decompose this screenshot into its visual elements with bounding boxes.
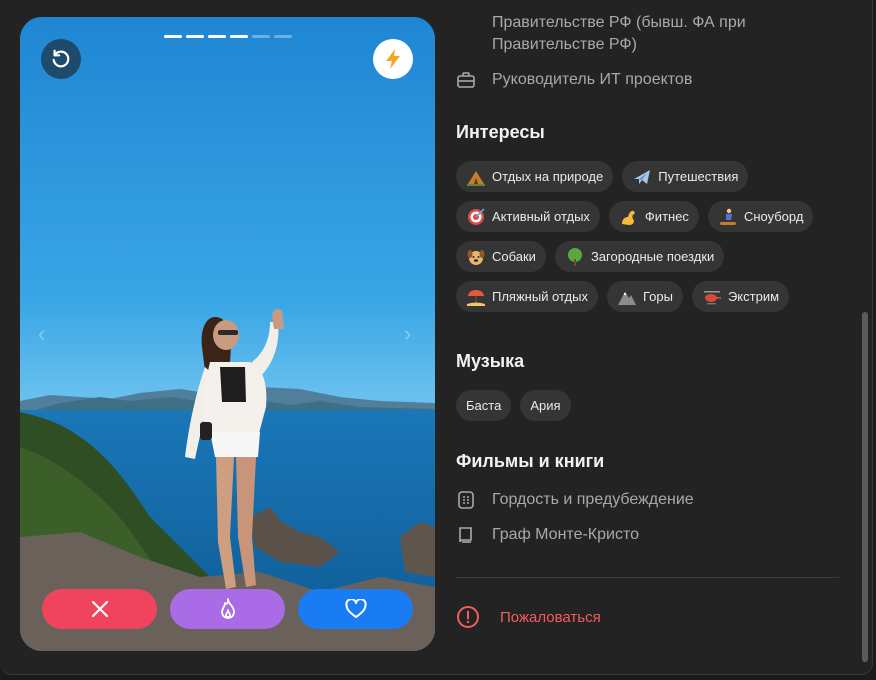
- interest-chip[interactable]: Загородные поездки: [554, 241, 725, 272]
- airplane-icon: [632, 167, 652, 187]
- interest-chip[interactable]: Фитнес: [608, 201, 699, 232]
- music-chip[interactable]: Баста: [456, 390, 512, 421]
- music-list: Баста Ария: [456, 390, 846, 421]
- action-buttons: [42, 589, 413, 629]
- interest-chip[interactable]: Отдых на природе: [456, 161, 614, 192]
- photo-progress-segment[interactable]: [230, 35, 248, 38]
- interest-chip[interactable]: Сноуборд: [707, 201, 814, 232]
- interest-chip-label: Путешествия: [658, 169, 739, 184]
- interest-chip-label: Сноуборд: [743, 209, 804, 224]
- interests-list: Отдых на природе Путешествия Активный отды…: [456, 161, 846, 312]
- interest-chip-label: Горы: [642, 289, 673, 304]
- warning-icon: [457, 606, 479, 628]
- book-item: Граф Монте-Кристо: [492, 524, 639, 546]
- film-icon: [458, 491, 474, 509]
- interests-title: Интересы: [456, 122, 545, 142]
- mountain-icon: [617, 287, 637, 307]
- profile-photo: [20, 17, 435, 651]
- interest-chip[interactable]: Активный отдых: [456, 201, 600, 232]
- education-text: Правительстве РФ (бывш. ФА при Правитель…: [492, 12, 746, 56]
- profile-panel: ‹ › Правительстве РФ (бывш. ФА при Прави…: [0, 0, 873, 675]
- book-item-label: Граф Монте-Кристо: [492, 526, 639, 543]
- movie-item: Гордость и предубеждение: [492, 489, 694, 511]
- job-row: Руководитель ИТ проектов: [492, 69, 692, 91]
- dog-icon: [466, 247, 486, 267]
- interest-chip-label: Экстрим: [727, 289, 780, 304]
- beach-icon: [466, 287, 486, 307]
- prev-photo-arrow-icon[interactable]: ‹: [38, 321, 45, 347]
- job-text: Руководитель ИТ проектов: [492, 71, 693, 88]
- flame-icon: [220, 598, 235, 619]
- interest-chip-label: Пляжный отдых: [492, 289, 588, 304]
- interest-chip[interactable]: Собаки: [456, 241, 546, 272]
- photo-progress-segment[interactable]: [164, 35, 182, 38]
- superlike-button[interactable]: [170, 589, 285, 629]
- music-chip[interactable]: Ария: [520, 390, 571, 421]
- close-icon: [91, 600, 108, 618]
- flexed-biceps-icon: [619, 207, 639, 227]
- interest-chip-label: Отдых на природе: [492, 169, 604, 184]
- next-photo-arrow-icon[interactable]: ›: [404, 321, 411, 347]
- undo-icon: [52, 49, 70, 68]
- scrollbar-thumb[interactable]: [862, 312, 868, 662]
- movie-item-label: Гордость и предубеждение: [492, 491, 694, 508]
- interest-chip[interactable]: Горы: [606, 281, 683, 312]
- photo-progress-segment[interactable]: [252, 35, 270, 38]
- education-line-1: Правительстве РФ (бывш. ФА при: [492, 14, 746, 31]
- education-row: Правительстве РФ (бывш. ФА при Правитель…: [492, 12, 746, 56]
- report-label: Пожаловаться: [500, 608, 601, 626]
- photo-progress: [164, 35, 292, 38]
- camp-icon: [466, 167, 486, 187]
- photo-progress-segment[interactable]: [186, 35, 204, 38]
- music-title: Музыка: [456, 351, 525, 371]
- interest-chip[interactable]: Экстрим: [691, 281, 790, 312]
- undo-button[interactable]: [41, 39, 81, 79]
- lightning-icon: [386, 49, 400, 69]
- photo-progress-segment[interactable]: [274, 35, 292, 38]
- divider: [456, 577, 839, 578]
- snowboarder-icon: [718, 207, 738, 227]
- like-button[interactable]: [298, 589, 413, 629]
- report-button[interactable]: Пожаловаться: [456, 605, 601, 629]
- dislike-button[interactable]: [42, 589, 157, 629]
- tree-icon: [565, 247, 585, 267]
- interest-chip-label: Собаки: [492, 249, 536, 264]
- heart-icon: [344, 599, 367, 618]
- book-icon: [459, 527, 472, 543]
- profile-photo-card[interactable]: ‹ ›: [20, 17, 435, 651]
- boost-button[interactable]: [373, 39, 413, 79]
- target-icon: [466, 207, 486, 227]
- movies-books-title: Фильмы и книги: [456, 451, 605, 471]
- interest-chip-label: Загородные поездки: [590, 249, 715, 264]
- briefcase-icon: [457, 72, 475, 88]
- helicopter-icon: [702, 287, 722, 307]
- interest-chip[interactable]: Путешествия: [622, 161, 749, 192]
- interest-chip-label: Фитнес: [644, 209, 689, 224]
- interest-chip-label: Активный отдых: [492, 209, 590, 224]
- education-line-2: Правительстве РФ): [492, 36, 637, 53]
- photo-progress-segment[interactable]: [208, 35, 226, 38]
- interest-chip[interactable]: Пляжный отдых: [456, 281, 598, 312]
